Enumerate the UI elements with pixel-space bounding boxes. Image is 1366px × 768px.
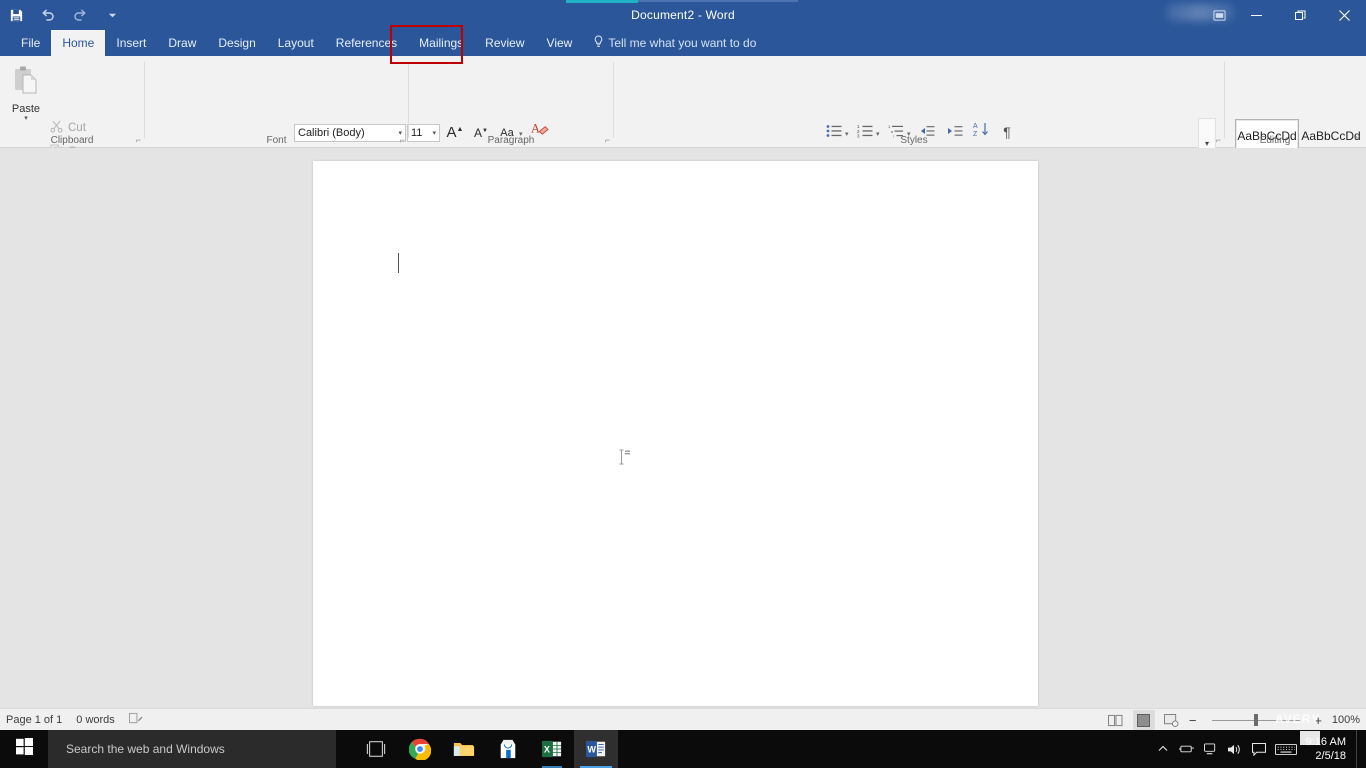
clipboard-icon	[13, 65, 39, 100]
zoom-level-label[interactable]: 100%	[1328, 714, 1360, 726]
microsoft-store-icon[interactable]	[486, 730, 530, 768]
show-desktop-button[interactable]	[1356, 730, 1362, 768]
system-tray: 9:16 AM 2/5/18	[1152, 730, 1366, 768]
tab-home[interactable]: Home	[51, 30, 106, 56]
document-title: Document2 - Word	[631, 8, 735, 22]
tab-references[interactable]: References	[325, 30, 408, 56]
paragraph-group-label: Paragraph	[487, 135, 535, 146]
read-mode-view-button[interactable]	[1105, 710, 1127, 730]
word-icon[interactable]: W	[574, 730, 618, 768]
styles-dialog-launcher[interactable]: ⌐	[1216, 135, 1221, 145]
ribbon-group-editing: Find ▾ abac Replace Select ▾ Editing ⌃	[1225, 56, 1366, 148]
ribbon-display-options-icon[interactable]	[1204, 0, 1234, 30]
taskbar-search-input[interactable]: Search the web and Windows	[48, 730, 336, 768]
clock-date: 2/5/18	[1315, 750, 1346, 762]
tab-insert[interactable]: Insert	[105, 30, 157, 56]
document-canvas[interactable]	[0, 148, 1366, 708]
zoom-slider-thumb[interactable]	[1254, 714, 1259, 726]
network-icon[interactable]	[1200, 730, 1222, 768]
status-bar-left: Page 1 of 1 0 words	[0, 712, 143, 728]
svg-text:W: W	[587, 745, 596, 755]
task-view-icon[interactable]	[354, 730, 398, 768]
tab-draw[interactable]: Draw	[157, 30, 207, 56]
restore-button[interactable]	[1278, 0, 1322, 30]
proofing-errors-icon[interactable]	[128, 712, 143, 728]
tab-mailings[interactable]: Mailings	[408, 30, 474, 56]
clipboard-group-label: Clipboard	[50, 135, 94, 146]
svg-text:X: X	[544, 745, 550, 755]
cut-label: Cut	[68, 122, 86, 134]
show-hidden-icons-icon[interactable]	[1152, 730, 1174, 768]
text-insertion-caret	[398, 253, 399, 273]
clipboard-dialog-launcher[interactable]: ⌐	[136, 135, 141, 145]
ribbon-tabs: File Home Insert Draw Design Layout Refe…	[0, 30, 1366, 56]
document-page[interactable]	[313, 161, 1038, 706]
ribbon-tab-bar: File Home Insert Draw Design Layout Refe…	[0, 30, 1366, 80]
paragraph-dialog-launcher[interactable]: ⌐	[605, 135, 610, 145]
paste-label: Paste	[11, 103, 41, 115]
status-bar-right: − + 100%	[1105, 709, 1360, 731]
minimize-button[interactable]	[1234, 0, 1278, 30]
chrome-icon[interactable]	[398, 730, 442, 768]
action-center-icon[interactable]	[1248, 730, 1270, 768]
ribbon-group-styles: AaBbCcDd ¶ Normal AaBbCcDd ¶ No Spac... …	[614, 56, 1361, 167]
tab-view[interactable]: View	[536, 30, 584, 56]
i-beam-cursor	[617, 449, 631, 467]
tab-review[interactable]: Review	[474, 30, 535, 56]
cut-button[interactable]: Cut	[50, 120, 86, 136]
collapse-ribbon-chevron-up-icon[interactable]: ⌃	[1352, 135, 1360, 146]
tab-layout[interactable]: Layout	[267, 30, 325, 56]
editing-group-label: Editing	[1259, 135, 1291, 146]
window-controls	[1204, 0, 1366, 30]
zoom-out-button[interactable]: −	[1189, 713, 1199, 728]
tray-overlay-artifact	[1300, 731, 1320, 745]
tab-design[interactable]: Design	[207, 30, 266, 56]
ribbon-group-clipboard: Paste ▾ Cut Copy Format Painter	[0, 56, 144, 192]
word-application-window: Document2 - Word File Home Insert Draw D…	[0, 0, 1366, 768]
tab-file[interactable]: File	[10, 30, 51, 56]
close-button[interactable]	[1322, 0, 1366, 30]
ribbon-group-font: Calibri (Body) ▾ 11 ▾ A▲ A▼ Aa ▾ A Font …	[145, 56, 549, 173]
removable-media-icon[interactable]	[1176, 730, 1198, 768]
excel-icon[interactable]: X	[530, 730, 574, 768]
font-group-label: Font	[266, 135, 287, 146]
taskbar-app-icons: X W	[354, 730, 618, 768]
word-count-status[interactable]: 0 words	[76, 714, 115, 726]
windows-logo-icon	[15, 738, 33, 760]
title-bar: Document2 - Word	[0, 0, 1366, 30]
lightbulb-icon	[593, 35, 604, 51]
touch-keyboard-icon[interactable]	[1272, 730, 1300, 768]
web-layout-view-button[interactable]	[1161, 710, 1183, 730]
page-number-status[interactable]: Page 1 of 1	[6, 714, 62, 726]
file-explorer-icon[interactable]	[442, 730, 486, 768]
print-layout-view-button[interactable]	[1132, 710, 1155, 730]
font-dialog-launcher[interactable]: ⌐	[400, 135, 405, 145]
paste-chevron-down-icon[interactable]: ▾	[24, 115, 28, 123]
volume-icon[interactable]	[1224, 730, 1246, 768]
ribbon: Paste ▾ Cut Copy Format Painter	[0, 56, 1366, 192]
paste-button[interactable]: Paste ▾	[4, 61, 48, 133]
zoom-slider[interactable]	[1204, 710, 1308, 730]
search-placeholder: Search the web and Windows	[66, 742, 225, 756]
zoom-in-button[interactable]: +	[1314, 713, 1322, 728]
scissors-icon	[50, 120, 63, 136]
tell-me-label: Tell me what you want to do	[608, 36, 757, 50]
start-button[interactable]	[0, 730, 48, 768]
tell-me-search[interactable]: Tell me what you want to do	[593, 30, 756, 56]
styles-group-label: Styles	[900, 135, 928, 146]
status-bar: Page 1 of 1 0 words − + 100%	[0, 708, 1366, 730]
ribbon-group-paragraph: ▾ 123 ▾ 1ai ▾ A Z ¶ Paragraph ⌐	[409, 56, 1023, 174]
